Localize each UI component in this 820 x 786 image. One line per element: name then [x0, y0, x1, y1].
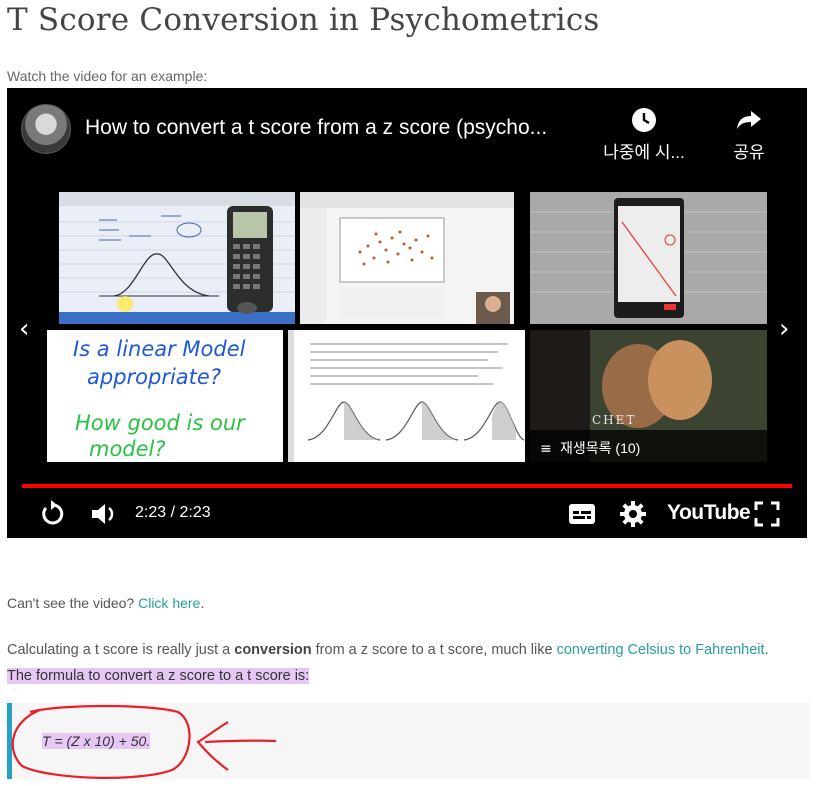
fullscreen-icon[interactable]	[753, 500, 781, 528]
watch-later-button[interactable]: 나중에 시...	[592, 106, 696, 163]
thumb-phone-screen[interactable]	[530, 192, 767, 324]
para-prefix: Calculating a t score is really just a	[7, 642, 235, 658]
progress-bar[interactable]	[22, 484, 792, 488]
page-title: T Score Conversion in Psychometrics	[7, 2, 600, 38]
share-button[interactable]: 공유	[717, 106, 781, 163]
cant-see-suffix: .	[200, 595, 205, 611]
thumb-line-3: How good is our	[75, 411, 246, 435]
playlist-button[interactable]: ≡ 재생목록 (10)	[530, 430, 767, 462]
share-label: 공유	[733, 143, 765, 162]
scatter-plot-image	[300, 192, 514, 324]
cant-see-prefix: Can't see the video?	[7, 595, 139, 611]
highlighted-sentence: The formula to convert a z score to a t …	[7, 668, 310, 684]
next-arrow-icon[interactable]: ›	[779, 314, 789, 344]
thumb-ti84-calculator[interactable]	[59, 192, 295, 324]
linear-model-whiteboard: Is a linear Model appropriate? How good …	[73, 337, 246, 461]
youtube-logo[interactable]: YouTube	[667, 501, 751, 525]
watch-video-text: Watch the video for an example:	[7, 68, 208, 84]
previous-arrow-icon[interactable]: ‹	[19, 314, 29, 344]
volume-icon[interactable]	[89, 499, 119, 529]
clock-icon	[632, 108, 656, 132]
para-mid: from a z score to a t score, much like	[311, 642, 557, 658]
intro-paragraph: Calculating a t score is really just a c…	[7, 637, 797, 689]
playlist-icon: ≡	[540, 441, 552, 457]
thumb-line-4: model?	[89, 437, 166, 461]
watch-later-label: 나중에 시...	[603, 143, 685, 162]
para-bold: conversion	[234, 642, 312, 658]
time-display: 2:23 / 2:23	[135, 504, 211, 521]
thumb-linear-model[interactable]: Is a linear Model appropriate? How good …	[47, 330, 283, 462]
calculator-whiteboard-image	[59, 192, 295, 324]
playlist-label: 재생목록 (10)	[560, 440, 641, 456]
player-controls: 2:23 / 2:23 YouTube	[7, 492, 807, 538]
youtube-player[interactable]: How to convert a t score from a z score …	[7, 88, 807, 538]
gear-icon[interactable]	[619, 500, 647, 528]
share-icon	[737, 111, 761, 129]
thumb-line-2: appropriate?	[87, 365, 221, 389]
captions-icon[interactable]	[567, 501, 597, 527]
formula-blockquote: T = (Z x 10) + 50.	[7, 703, 810, 779]
channel-avatar[interactable]	[21, 104, 71, 154]
album-caption: CHET	[592, 413, 636, 427]
celsius-fahrenheit-link[interactable]: converting Celsius to Fahrenheit	[557, 642, 765, 658]
video-title[interactable]: How to convert a t score from a z score …	[85, 116, 585, 140]
replay-icon[interactable]	[37, 499, 67, 529]
normal-curves-image	[288, 330, 525, 462]
thumb-scatter-plot[interactable]	[300, 192, 514, 324]
cant-see-video-text: Can't see the video? Click here.	[7, 595, 204, 611]
formula-text: T = (Z x 10) + 50.	[42, 733, 151, 749]
click-here-link[interactable]: Click here	[138, 595, 200, 611]
para-dot: .	[764, 642, 769, 658]
thumb-line-1: Is a linear Model	[73, 337, 246, 361]
thumb-normal-curves[interactable]	[288, 330, 525, 462]
phone-screen-image	[530, 198, 767, 318]
